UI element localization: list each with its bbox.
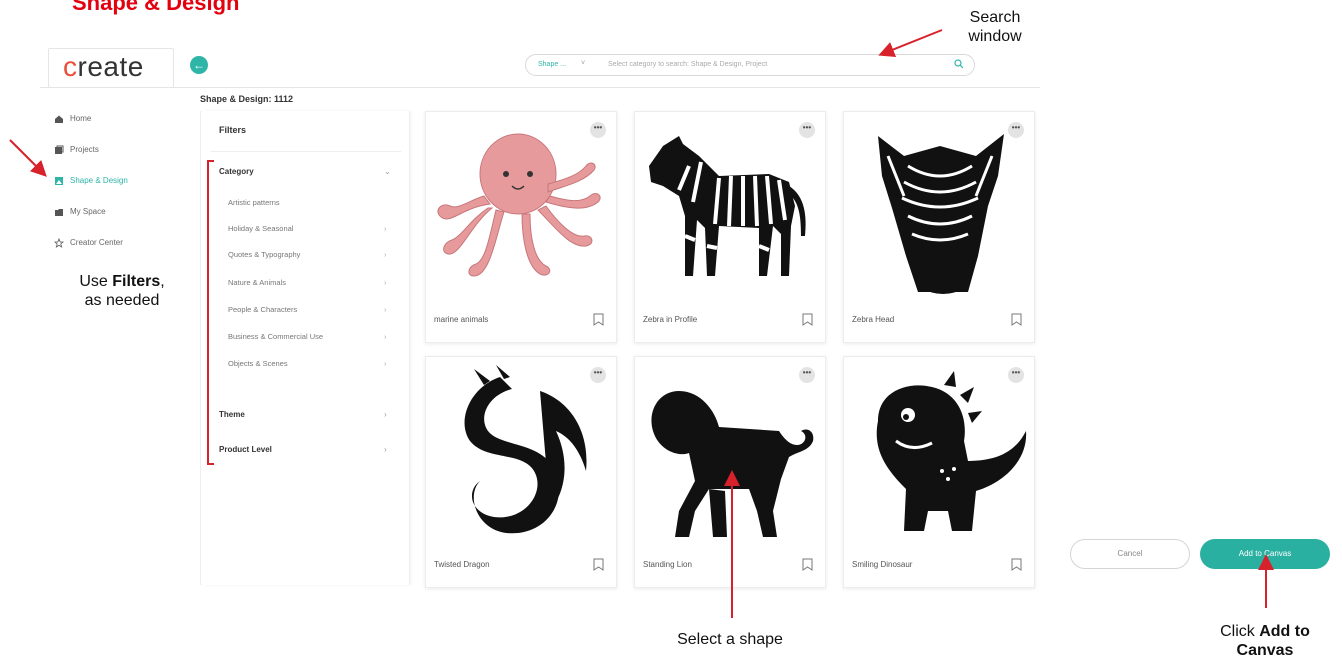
logo[interactable]: create — [48, 48, 174, 88]
chevron-right-icon: › — [384, 250, 387, 259]
filter-option[interactable]: Objects & Scenes › — [228, 359, 388, 368]
bookmark-icon[interactable] — [1011, 313, 1022, 326]
doc-title: Shape & Design — [72, 0, 240, 15]
chevron-right-icon: › — [384, 305, 387, 314]
more-options-icon[interactable]: ••• — [590, 122, 606, 138]
dinosaur-image — [876, 371, 1027, 531]
annotation-add: Click Add to Canvas — [1220, 623, 1310, 659]
dragon-image — [464, 365, 587, 534]
filter-option[interactable]: Business & Commercial Use › — [228, 332, 388, 341]
home-icon — [55, 115, 63, 123]
lion-image — [651, 391, 814, 537]
card-title: Twisted Dragon — [434, 560, 490, 569]
annotation-search: Search window — [968, 9, 1022, 45]
sidebar-item-projects[interactable]: Projects — [54, 145, 99, 161]
chevron-right-icon: › — [384, 359, 387, 368]
annotation-select: Select a shape — [677, 631, 783, 648]
chevron-right-icon: › — [384, 445, 387, 454]
more-options-icon[interactable]: ••• — [1008, 122, 1024, 138]
add-to-canvas-button[interactable]: Add to Canvas — [1200, 539, 1330, 569]
filter-theme[interactable]: Theme › — [219, 410, 387, 419]
chevron-right-icon: › — [384, 332, 387, 341]
more-options-icon[interactable]: ••• — [590, 367, 606, 383]
arrow-sidebar — [9, 139, 47, 177]
chevron-down-icon: ⌄ — [384, 167, 391, 176]
bookmark-icon[interactable] — [593, 313, 604, 326]
chevron-right-icon: › — [384, 224, 387, 233]
search-input[interactable]: Select category to search: Shape & Desig… — [608, 61, 767, 68]
annotation-filters: Use Filters, as needed — [79, 273, 165, 309]
sidebar-item-shape-design[interactable]: Shape & Design — [54, 176, 128, 192]
filter-option[interactable]: Artistic patterns — [228, 198, 388, 207]
card-title: Zebra Head — [852, 315, 895, 324]
search-category-select[interactable]: Shape ... — [538, 61, 566, 68]
card-title: marine animals — [434, 315, 489, 324]
zebra-head-image — [878, 134, 1004, 294]
folder-icon — [55, 209, 63, 216]
sidebar: Home Projects Shape & Design My Space Cr… — [40, 88, 200, 585]
bookmark-icon[interactable] — [802, 313, 813, 326]
shape-card[interactable]: ••• Twisted Dragon — [425, 356, 617, 588]
shape-card[interactable]: ••• Zebra Head — [843, 111, 1035, 343]
bookmark-icon[interactable] — [1011, 558, 1022, 571]
back-arrow-icon[interactable]: ← — [190, 56, 208, 74]
sidebar-item-my-space[interactable]: My Space — [54, 207, 106, 223]
shape-card[interactable]: ••• marine animals — [425, 111, 617, 343]
star-icon — [54, 238, 64, 248]
filter-option[interactable]: People & Characters › — [228, 305, 388, 314]
card-title: Standing Lion — [643, 560, 692, 569]
bookmark-icon[interactable] — [802, 558, 813, 571]
top-bar: create ← Shape ... ˅ Select category to … — [40, 40, 1040, 88]
zebra-profile-image — [649, 136, 806, 276]
shape-icon — [55, 177, 63, 185]
filter-option[interactable]: Holiday & Seasonal › — [228, 224, 388, 233]
filters-title: Filters — [219, 125, 247, 135]
sidebar-item-home[interactable]: Home — [54, 114, 91, 130]
chevron-right-icon: › — [384, 278, 387, 287]
projects-icon — [55, 145, 64, 154]
shape-card[interactable]: ••• Smiling Dinosaur — [843, 356, 1035, 588]
more-options-icon[interactable]: ••• — [799, 367, 815, 383]
annotation-bracket — [207, 160, 214, 465]
more-options-icon[interactable]: ••• — [1008, 367, 1024, 383]
filter-category[interactable]: Category ⌄ — [219, 167, 391, 176]
more-options-icon[interactable]: ••• — [799, 122, 815, 138]
search-bar[interactable]: Shape ... ˅ Select category to search: S… — [525, 54, 975, 76]
chevron-down-icon[interactable]: ˅ — [581, 60, 585, 67]
chevron-right-icon: › — [384, 410, 387, 419]
filter-option[interactable]: Nature & Animals › — [228, 278, 388, 287]
filters-panel: Filters Category ⌄ Artistic patterns Holi… — [200, 111, 410, 585]
breadcrumb: Shape & Design: 1112 — [200, 94, 294, 104]
shape-card[interactable]: ••• Standing Lion — [634, 356, 826, 588]
octopus-image — [437, 133, 601, 277]
card-title: Smiling Dinosaur — [852, 560, 913, 569]
filter-product-level[interactable]: Product Level › — [219, 445, 387, 454]
divider — [211, 151, 401, 152]
bookmark-icon[interactable] — [593, 558, 604, 571]
sidebar-item-creator-center[interactable]: Creator Center — [54, 238, 123, 254]
card-title: Zebra in Profile — [643, 315, 698, 324]
filter-option[interactable]: Quotes & Typography › — [228, 250, 388, 259]
shape-card[interactable]: ••• Zebra in Profile — [634, 111, 826, 343]
search-icon[interactable] — [954, 59, 964, 69]
cancel-button[interactable]: Cancel — [1070, 539, 1190, 569]
